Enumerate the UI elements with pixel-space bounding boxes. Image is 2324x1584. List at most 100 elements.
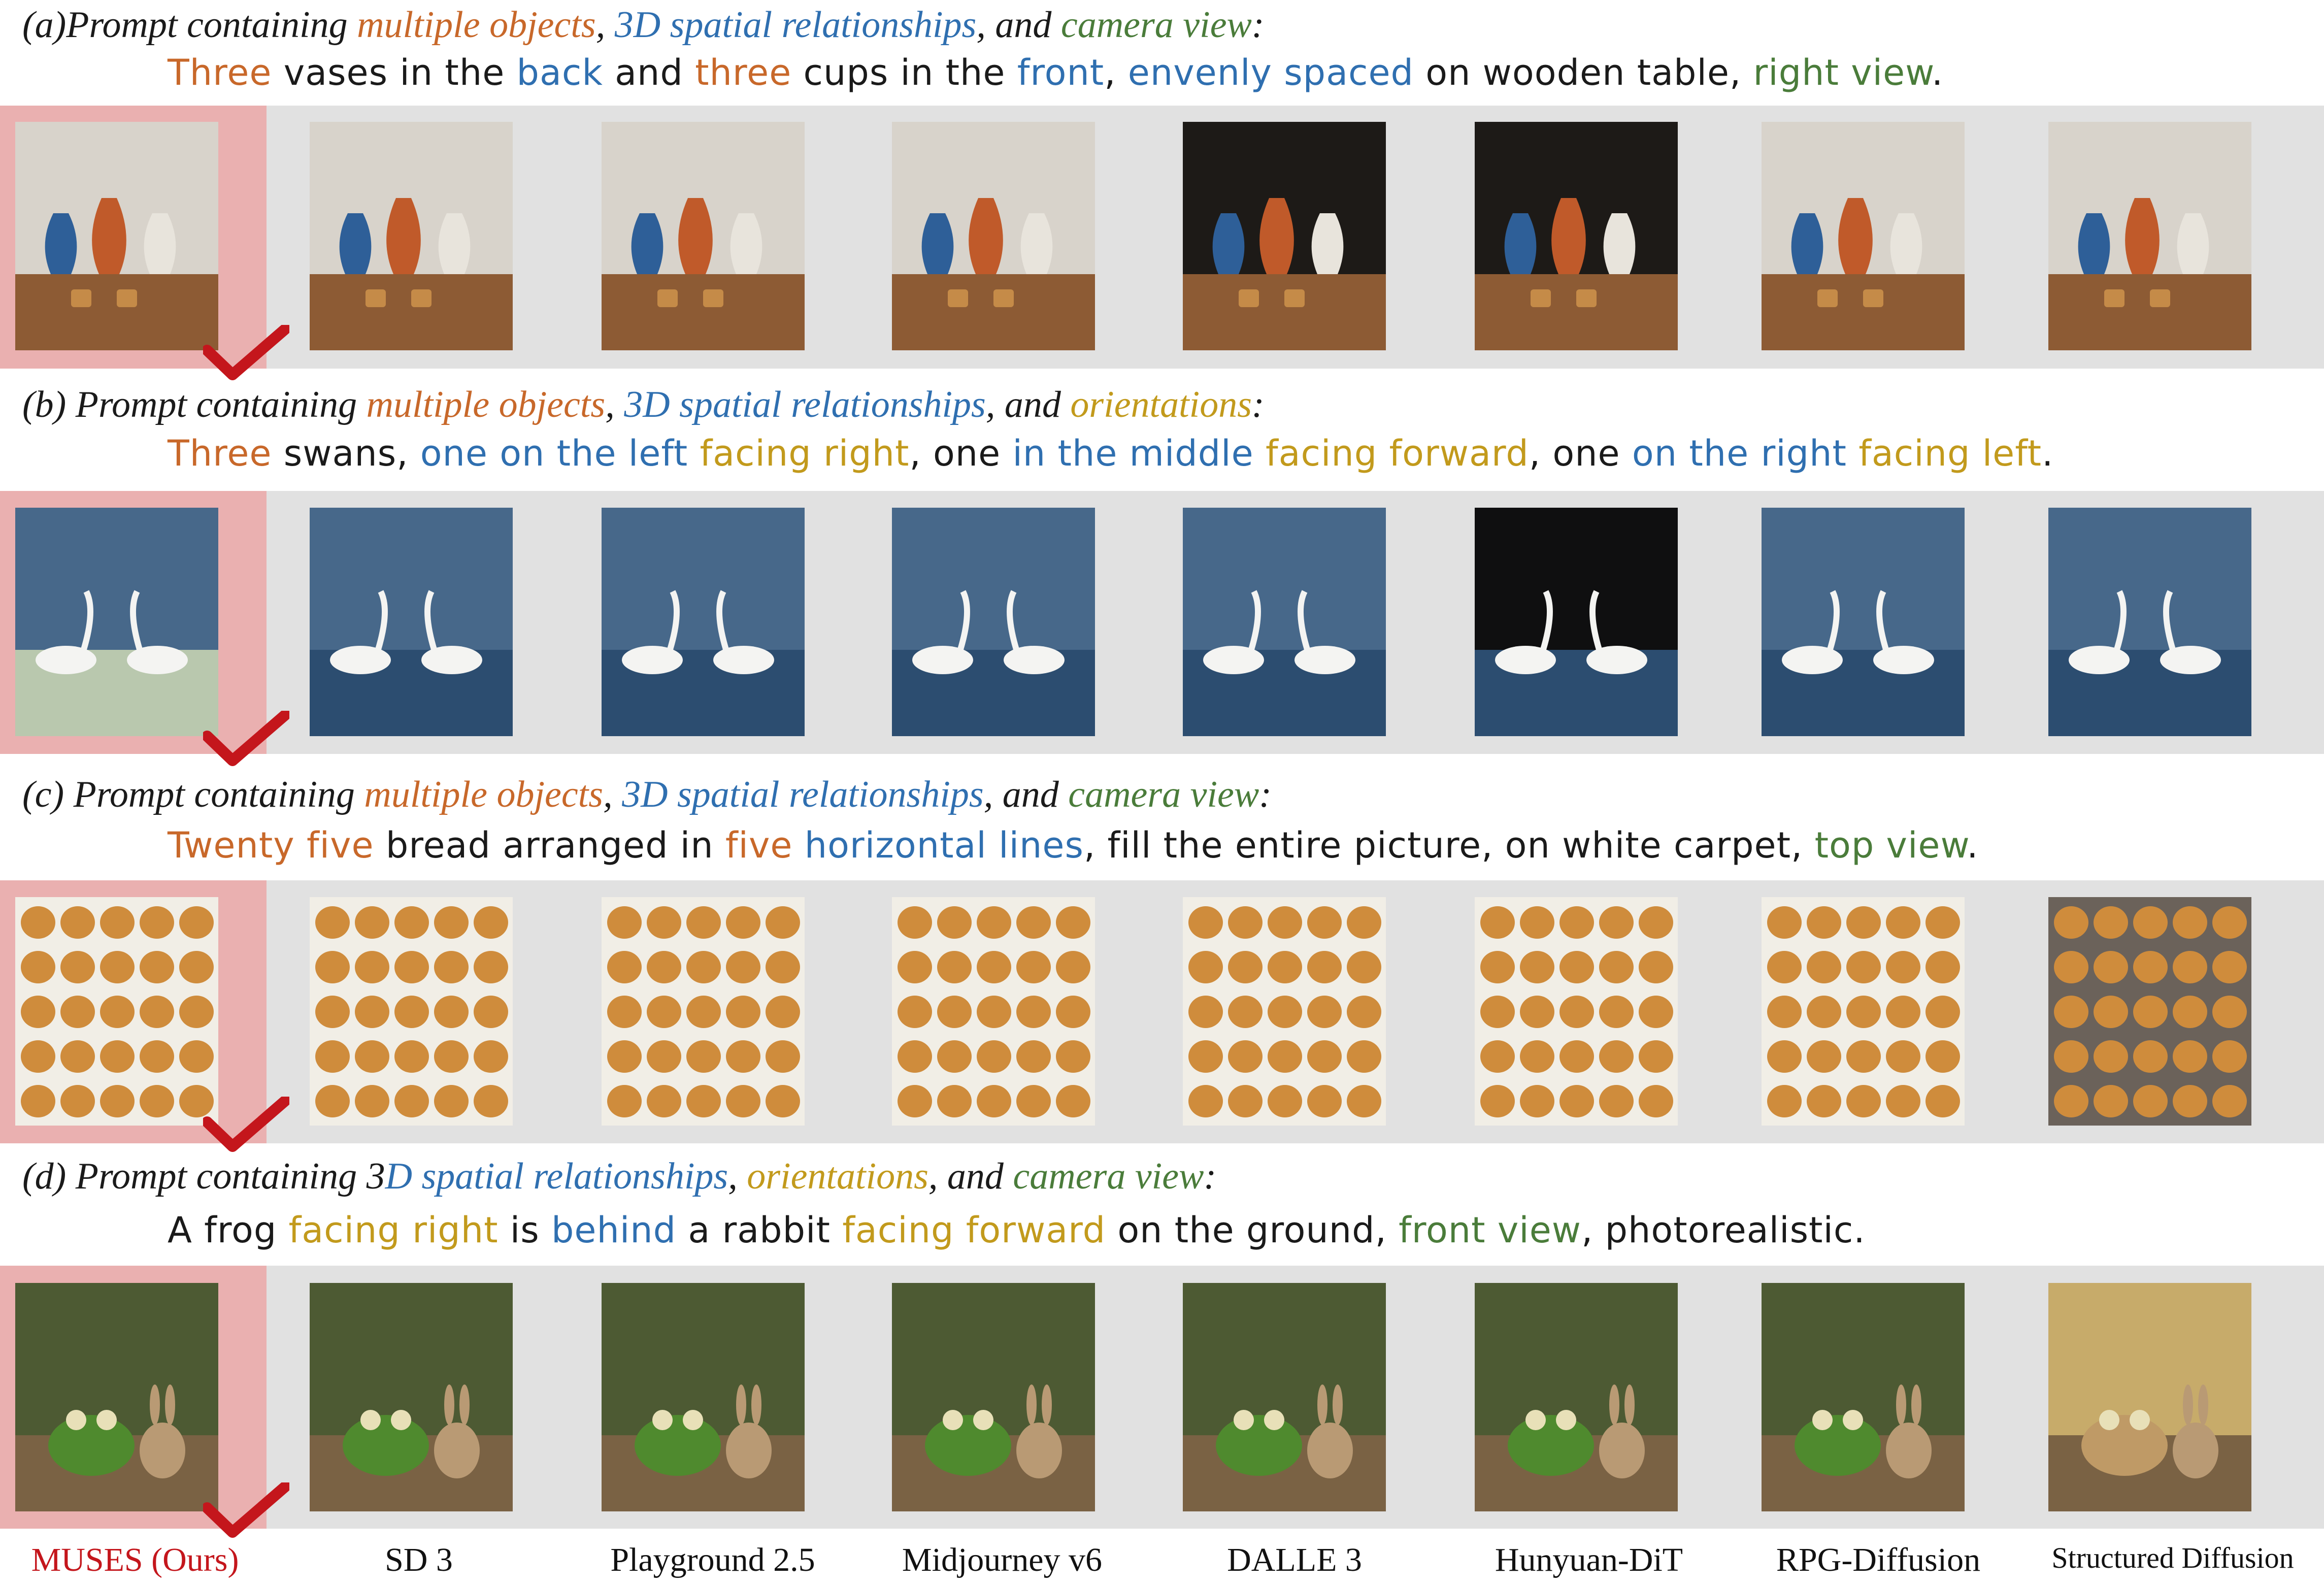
row-c-image-1 [15,897,218,1126]
row-c-image-2 [310,897,513,1126]
row-b-header: (b) Prompt containing multiple objects , … [22,386,1265,423]
row-c-prompt: Twenty five bread arranged in five horiz… [168,828,1979,863]
row-c-prompt-segment: . [1967,824,1979,866]
row-a-prompt-segment: Three [168,52,272,93]
row-a-image-6 [1475,122,1678,350]
row-a-prompt-segment: , [1104,52,1128,93]
row-a-prompt-segment: three [695,52,792,93]
row-c-image-6 [1475,897,1678,1126]
row-b-prompt-segment: Three [168,433,272,474]
row-c-prompt-segment: five [725,824,793,866]
row-b-prompt-segment: on the right [1632,433,1847,474]
row-b-header-segment: multiple objects [366,384,606,425]
row-b-image-1 [15,508,218,736]
row-c-header-segment: , [603,774,622,815]
row-a-header-segment: : [1251,4,1265,46]
row-a-prompt-segment: . [1932,52,1944,93]
row-b-checkmark-icon [203,711,289,766]
row-b-prompt-segment: one on the left [420,433,688,474]
row-d-prompt-segment: is [498,1209,551,1251]
row-c-prompt-segment: , fill the entire picture, on white carp… [1083,824,1815,866]
label-sd3: SD 3 [385,1541,453,1578]
row-b-prompt-segment: facing right [700,433,910,474]
row-d-image-1 [15,1283,218,1511]
row-b-header-segment: (b) Prompt containing [22,384,367,425]
row-a-header-segment: (a)Prompt containing [22,4,357,46]
row-b-prompt-segment: facing forward [1265,433,1529,474]
row-c-header-segment: (c) Prompt containing [22,774,364,815]
row-b-header-segment: 3D spatial relationships [624,384,986,425]
row-b-prompt-segment: , one [909,433,1013,474]
row-a-image-7 [1762,122,1965,350]
label-hunyuan: Hunyuan-DiT [1495,1541,1683,1578]
row-a-header-segment: 3D spatial relationships [614,4,977,46]
row-a-prompt-segment: back [516,52,603,93]
row-c-image-4 [892,897,1095,1126]
row-c-image-5 [1183,897,1386,1126]
row-d-header-segment: D spatial relationships [385,1156,728,1197]
row-d-prompt-segment: on the ground, [1106,1209,1399,1251]
row-b-image-2 [310,508,513,736]
row-b-prompt-segment: swans, [272,433,420,474]
row-c-prompt-segment: top view [1814,824,1967,866]
row-a-prompt-segment: on wooden table, [1413,52,1753,93]
row-c-header-segment: , and [983,774,1069,815]
row-d-image-6 [1475,1283,1678,1511]
row-c-image-3 [602,897,805,1126]
row-c-header-segment: multiple objects [364,774,604,815]
row-c-checkmark-icon [203,1097,289,1152]
row-a-header-segment: camera view [1060,4,1252,46]
row-a-header-segment: multiple objects [357,4,596,46]
row-b-image-8 [2048,508,2251,736]
row-b-header-segment: orientations [1070,384,1252,425]
label-rpg: RPG-Diffusion [1776,1541,1981,1578]
row-d-prompt-segment: A frog [168,1209,289,1251]
row-b-prompt-segment: . [2042,433,2054,474]
row-d-prompt-segment: facing forward [842,1209,1106,1251]
row-b-prompt-segment: facing left [1858,433,2042,474]
row-d-header-segment: , [728,1156,747,1197]
row-a-prompt-segment: right view [1753,52,1932,93]
row-b-header-segment: , and [985,384,1071,425]
row-c-header-segment: 3D spatial relationships [622,774,984,815]
row-d-prompt-segment: behind [551,1209,677,1251]
row-c-header: (c) Prompt containing multiple objects , … [22,776,1272,813]
row-b-image-6 [1475,508,1678,736]
row-a-image-4 [892,122,1095,350]
row-d-image-2 [310,1283,513,1511]
row-a-image-3 [602,122,805,350]
row-a-header-segment: , [595,4,615,46]
row-b-prompt-segment: , one [1529,433,1632,474]
row-d-image-5 [1183,1283,1386,1511]
row-d-header-segment: camera view [1013,1156,1204,1197]
row-a-prompt: Three vases in the back and three cups i… [168,55,1943,90]
row-b-prompt-segment [688,433,700,474]
row-a-header-segment: , and [976,4,1061,46]
row-d-image-8 [2048,1283,2251,1511]
row-c-image-7 [1762,897,1965,1126]
label-playground: Playground 2.5 [610,1541,815,1578]
row-d-header-segment: , and [928,1156,1013,1197]
row-c-prompt-segment: Twenty five [168,824,374,866]
label-dalle3: DALLE 3 [1227,1541,1362,1578]
row-d-header: (d) Prompt containing 3D spatial relatio… [22,1158,1216,1195]
row-d-prompt-segment: a rabbit [676,1209,843,1251]
label-muses: MUSES (Ours) [31,1541,239,1578]
row-c-prompt-segment: bread arranged in [374,824,725,866]
row-d-image-4 [892,1283,1095,1511]
row-c-prompt-segment [792,824,804,866]
row-d-prompt: A frog facing right is behind a rabbit f… [168,1212,1866,1248]
row-d-prompt-segment: front view [1399,1209,1582,1251]
row-c-image-8 [2048,897,2251,1126]
row-d-header-segment: : [1204,1156,1217,1197]
row-b-image-7 [1762,508,1965,736]
row-b-header-segment: , [605,384,624,425]
row-a-image-8 [2048,122,2251,350]
row-b-image-3 [602,508,805,736]
row-b-prompt-segment [1847,433,1858,474]
row-b-prompt-segment [1254,433,1266,474]
row-b-prompt: Three swans, one on the left facing righ… [168,436,2053,471]
row-d-prompt-segment: , photorealistic. [1581,1209,1866,1251]
row-d-checkmark-icon [203,1482,289,1538]
row-a-prompt-segment: and [603,52,695,93]
